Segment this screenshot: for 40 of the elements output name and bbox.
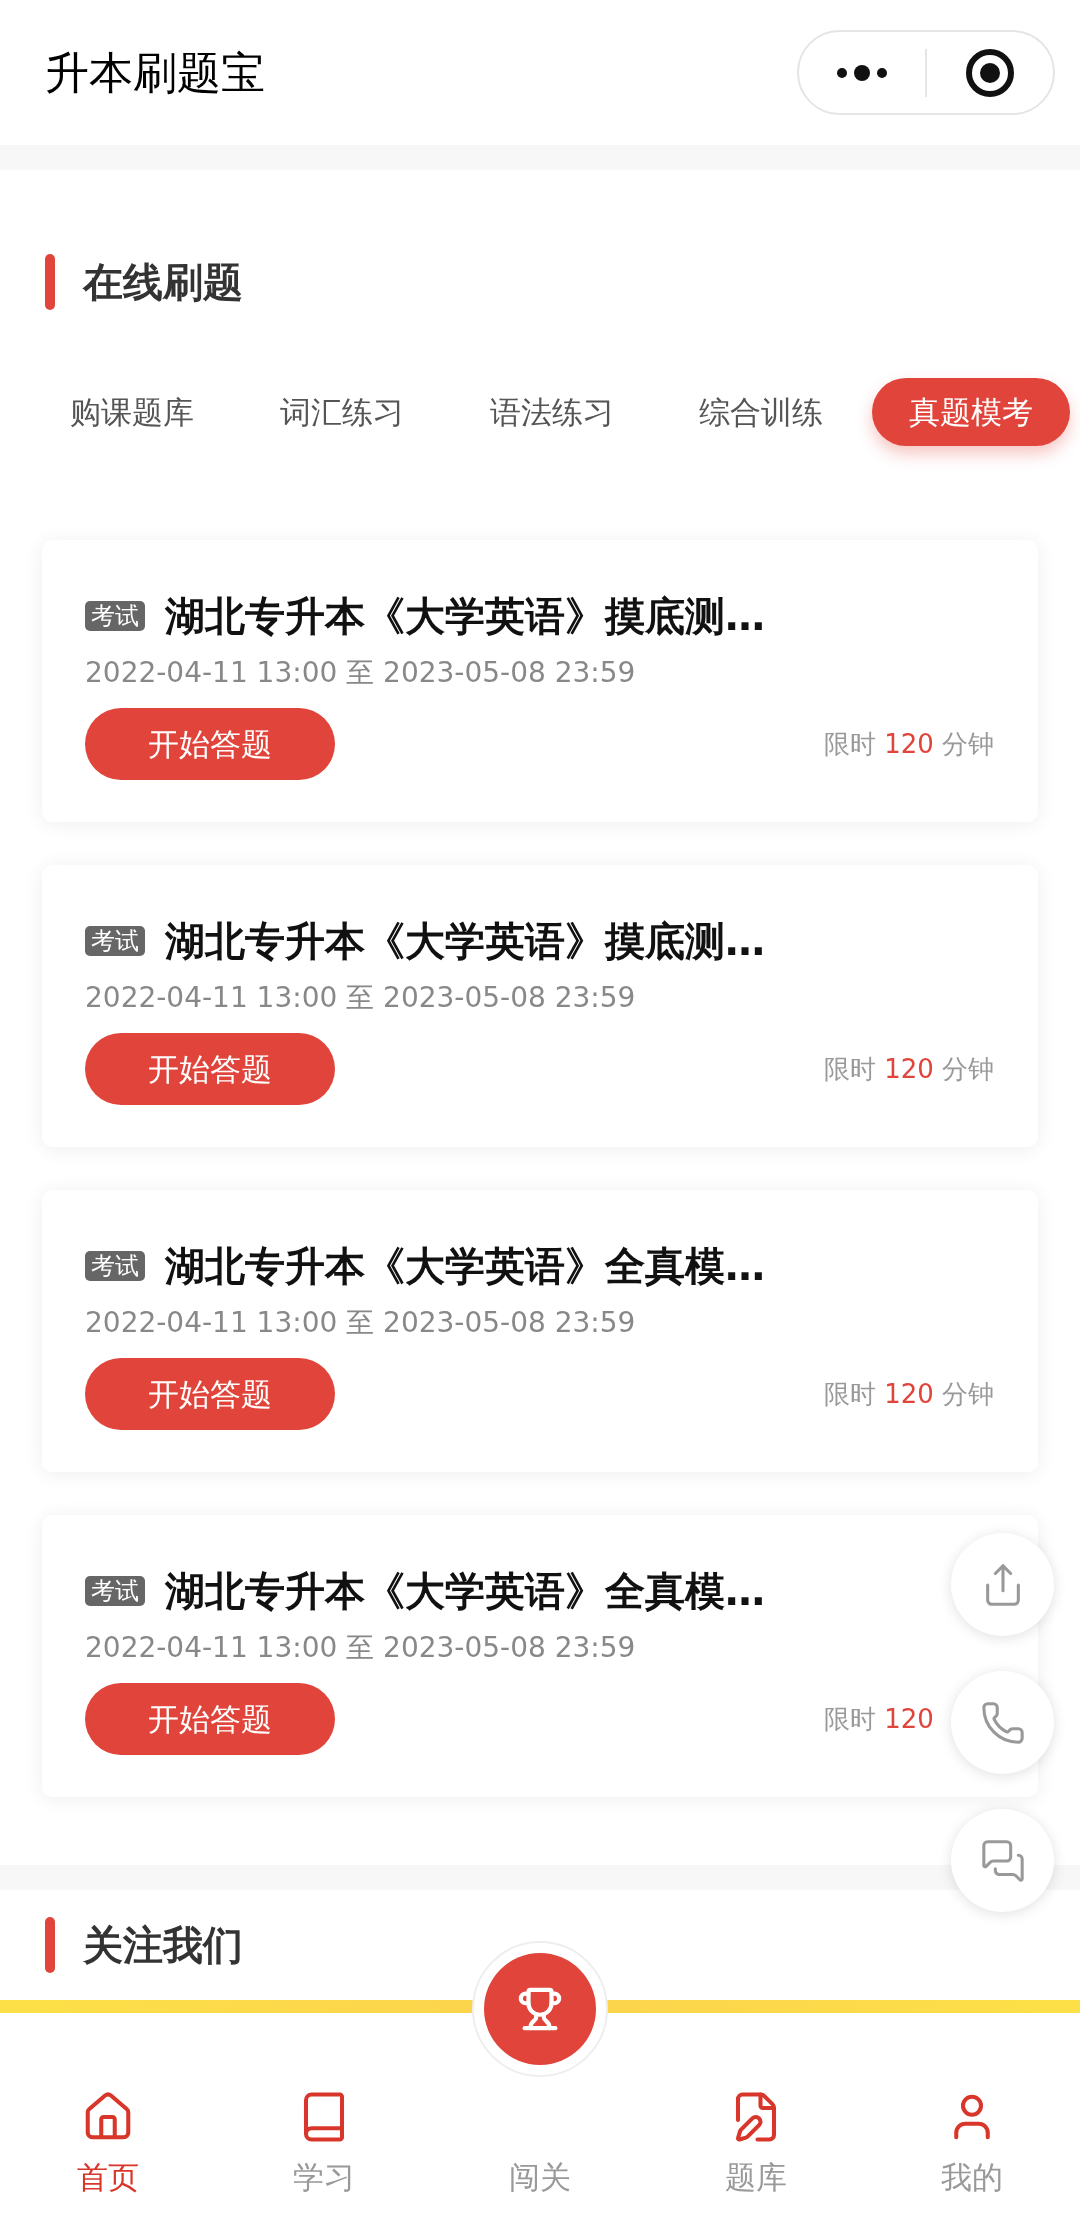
- app-title: 升本刷题宝: [45, 45, 265, 100]
- exam-title: 湖北专升本《大学英语》摸底测…: [165, 592, 765, 641]
- start-answering-button[interactable]: 开始答题: [85, 1358, 335, 1430]
- nav-tab[interactable]: 学习: [216, 2013, 432, 2214]
- target-icon: [965, 47, 1015, 98]
- exam-tag: 考试: [85, 1251, 145, 1281]
- start-answering-button[interactable]: 开始答题: [85, 708, 335, 780]
- exam-time-range: 2022-04-11 13:00 至 2023-05-08 23:59: [85, 1630, 637, 1666]
- phone-icon: [979, 1699, 1026, 1746]
- category-tab[interactable]: 语法练习: [452, 378, 651, 446]
- trophy-icon: [517, 1986, 563, 2032]
- time-limit: 限时 120 分钟: [824, 1377, 996, 1411]
- nav-tab[interactable]: 闯关: [432, 1941, 648, 2214]
- exam-time-range: 2022-04-11 13:00 至 2023-05-08 23:59: [85, 1305, 637, 1341]
- category-tab[interactable]: 综合训练: [662, 378, 861, 446]
- category-tab[interactable]: 真题模考: [872, 378, 1070, 446]
- nav-tab[interactable]: 首页: [0, 2013, 216, 2214]
- exam-tag: 考试: [85, 926, 145, 956]
- exam-title: 湖北专升本《大学英语》全真模…: [165, 1567, 765, 1616]
- chat-icon: [979, 1837, 1026, 1884]
- start-answering-button[interactable]: 开始答题: [85, 1033, 335, 1105]
- time-limit: 限时 120 分钟: [824, 727, 996, 761]
- more-icon: [836, 64, 888, 81]
- category-tab[interactable]: 词汇练习: [242, 378, 441, 446]
- nav-tab[interactable]: 题库: [648, 2013, 864, 2214]
- section-title: 关注我们: [83, 1921, 243, 1970]
- exam-title: 湖北专升本《大学英语》摸底测…: [165, 917, 765, 966]
- section-title: 在线刷题: [83, 258, 243, 307]
- section-accent-bar: [45, 1917, 55, 1973]
- nav-tab[interactable]: 我的: [864, 2013, 1080, 2214]
- exam-time-range: 2022-04-11 13:00 至 2023-05-08 23:59: [85, 655, 637, 691]
- time-limit: 限时 120: [824, 1702, 935, 1736]
- exam-tag: 考试: [85, 1576, 145, 1606]
- exam-title: 湖北专升本《大学英语》全真模…: [165, 1242, 765, 1291]
- category-tab[interactable]: 购课题库: [33, 378, 231, 446]
- time-limit: 限时 120 分钟: [824, 1052, 996, 1086]
- start-answering-button[interactable]: 开始答题: [85, 1683, 335, 1755]
- section-accent-bar: [45, 254, 55, 310]
- exam-tag: 考试: [85, 601, 145, 631]
- exam-time-range: 2022-04-11 13:00 至 2023-05-08 23:59: [85, 980, 637, 1016]
